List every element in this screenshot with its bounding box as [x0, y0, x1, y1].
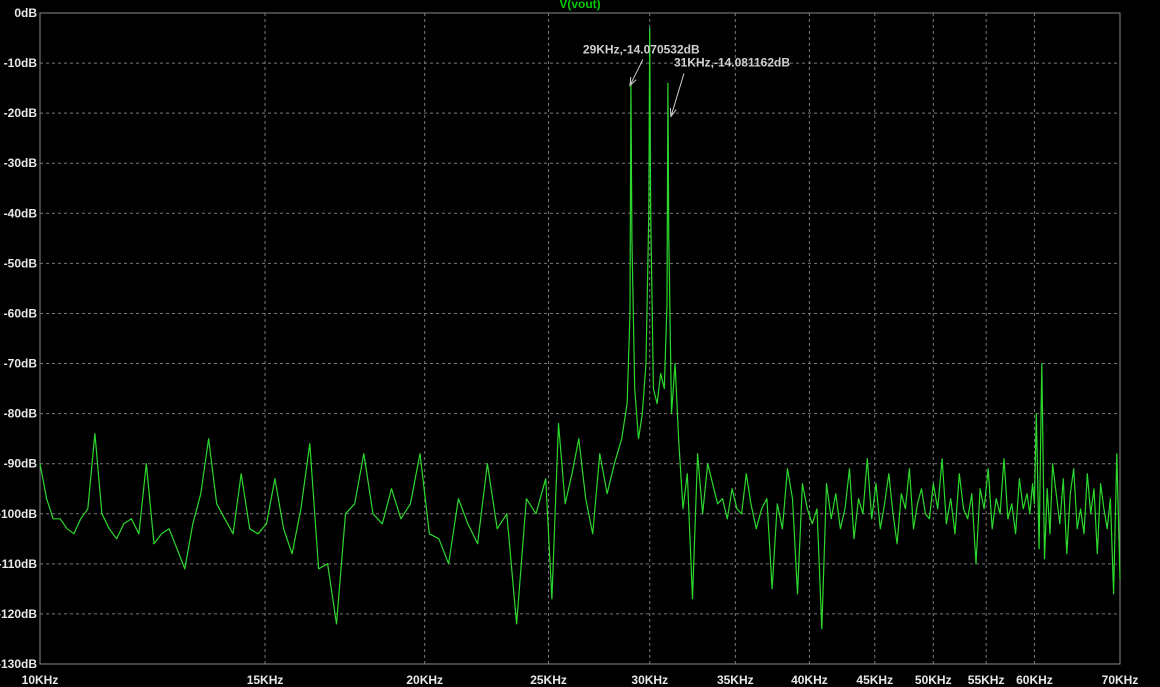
x-tick-label: 35KHz [717, 673, 754, 687]
peak-annotation-label: 31KHz,-14.081162dB [674, 56, 790, 70]
x-tick-label: 50KHz [915, 673, 952, 687]
trace-title[interactable]: V(vout) [559, 0, 600, 11]
y-tick-label: -10dB [4, 56, 38, 70]
y-tick-label: -70dB [4, 357, 38, 371]
x-tick-label: 20KHz [406, 673, 443, 687]
x-tick-label: 55KHz [968, 673, 1005, 687]
y-tick-label: -110dB [0, 557, 37, 571]
y-tick-label: -80dB [4, 407, 38, 421]
y-tick-label: -130dB [0, 657, 37, 671]
x-tick-label: 30KHz [631, 673, 668, 687]
y-tick-label: -60dB [4, 306, 38, 320]
peak-annotation-label: 29KHz,-14.070532dB [583, 42, 700, 56]
y-tick-label: -40dB [4, 206, 38, 220]
y-tick-label: -20dB [4, 106, 38, 120]
y-tick-label: -120dB [0, 607, 37, 621]
x-tick-label: 25KHz [530, 673, 567, 687]
y-tick-label: -100dB [0, 507, 37, 521]
x-tick-label: 45KHz [856, 673, 893, 687]
y-tick-label: -50dB [4, 256, 38, 270]
y-tick-label: -30dB [4, 156, 38, 170]
x-tick-label: 60KHz [1016, 673, 1053, 687]
y-tick-label: -90dB [4, 457, 38, 471]
x-tick-label: 15KHz [247, 673, 284, 687]
spectrum-plot: V(vout) 0dB -10dB -20dB -30dB -40dB -50dB -60d… [0, 0, 1160, 687]
y-tick-label: 0dB [14, 6, 37, 20]
x-tick-label: 70KHz [1102, 673, 1139, 687]
x-tick-label: 10KHz [22, 673, 59, 687]
x-tick-label: 40KHz [791, 673, 828, 687]
